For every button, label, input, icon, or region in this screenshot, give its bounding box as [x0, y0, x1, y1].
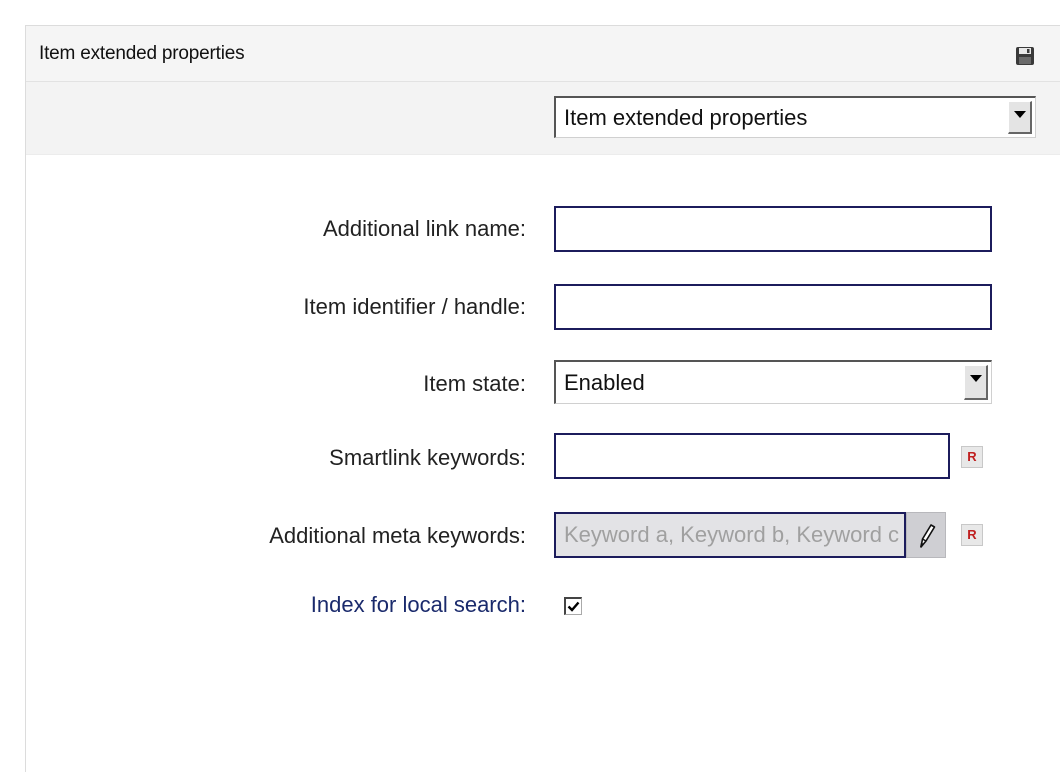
- pencil-icon: [920, 524, 936, 548]
- panel-title: Item extended properties: [39, 43, 245, 64]
- additional-link-name-input[interactable]: [554, 206, 992, 252]
- extended-properties-panel: Item extended properties Item extended p…: [25, 25, 1060, 772]
- checkmark-icon: [567, 601, 580, 612]
- chevron-down-icon[interactable]: [964, 365, 988, 400]
- index-local-search-checkbox[interactable]: [564, 597, 582, 615]
- index-local-search-label: Index for local search:: [310, 592, 526, 617]
- smartlink-keywords-label: Smartlink keywords:: [329, 445, 526, 470]
- item-state-label: Item state:: [423, 371, 526, 396]
- item-identifier-input[interactable]: [554, 284, 992, 330]
- chevron-down-icon[interactable]: [1008, 101, 1032, 134]
- meta-keywords-reset-button[interactable]: R: [961, 524, 983, 546]
- meta-keywords-input[interactable]: Keyword a, Keyword b, Keyword c: [554, 512, 906, 558]
- item-identifier-label: Item identifier / handle:: [303, 294, 526, 319]
- meta-keywords-label: Additional meta keywords:: [269, 523, 526, 548]
- panel-header: Item extended properties: [26, 26, 1060, 82]
- floppy-disk-icon[interactable]: [1015, 46, 1035, 66]
- item-state-select[interactable]: Enabled: [554, 360, 992, 404]
- edit-keywords-button[interactable]: [906, 512, 946, 558]
- item-state-value: Enabled: [564, 369, 645, 395]
- view-select-value: Item extended properties: [564, 104, 808, 130]
- additional-link-name-label: Additional link name:: [322, 216, 526, 241]
- toolbar: Item extended properties: [26, 82, 1060, 155]
- meta-keywords-placeholder: Keyword a, Keyword b, Keyword c: [564, 522, 900, 547]
- view-select[interactable]: Item extended properties: [554, 96, 1036, 138]
- smartlink-reset-button[interactable]: R: [961, 446, 983, 468]
- smartlink-keywords-input[interactable]: [554, 433, 950, 479]
